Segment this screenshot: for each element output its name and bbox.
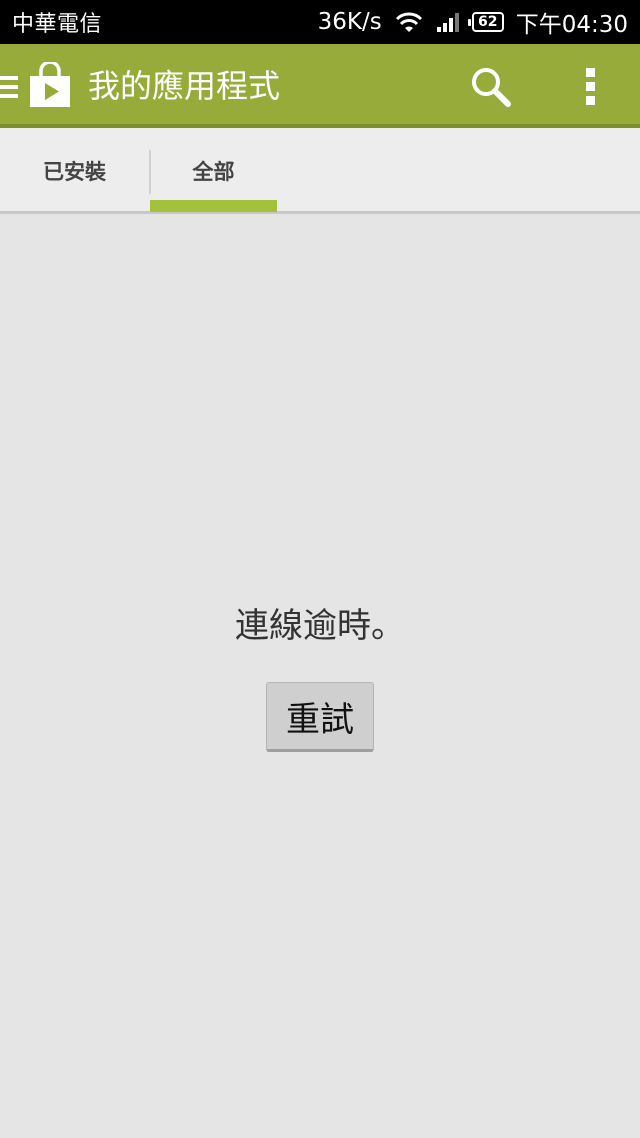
retry-button[interactable]: 重試	[266, 682, 374, 752]
wifi-icon	[394, 10, 424, 34]
status-bar: 中華電信 36K/s 62 下午04:30	[0, 0, 640, 44]
selected-tab-indicator	[150, 200, 277, 212]
overflow-menu-icon[interactable]	[578, 66, 604, 108]
network-speed: 36K/s	[317, 9, 382, 35]
status-indicators: 36K/s 62 下午04:30	[318, 5, 628, 39]
clock: 下午04:30	[515, 12, 628, 38]
search-icon[interactable]	[470, 66, 512, 108]
action-bar: 我的應用程式	[0, 44, 640, 128]
page-title: 我的應用程式	[88, 67, 281, 105]
carrier-name: 中華電信	[12, 12, 103, 37]
tab-bar: 已安裝 全部	[0, 128, 640, 214]
tab-installed[interactable]: 已安裝	[0, 128, 149, 214]
menu-icon[interactable]	[0, 74, 18, 100]
signal-icon	[436, 11, 460, 33]
battery-icon: 62	[467, 12, 504, 32]
connection-timeout-message: 連線逾時。	[235, 606, 405, 646]
play-store-bag-icon[interactable]	[28, 62, 72, 108]
